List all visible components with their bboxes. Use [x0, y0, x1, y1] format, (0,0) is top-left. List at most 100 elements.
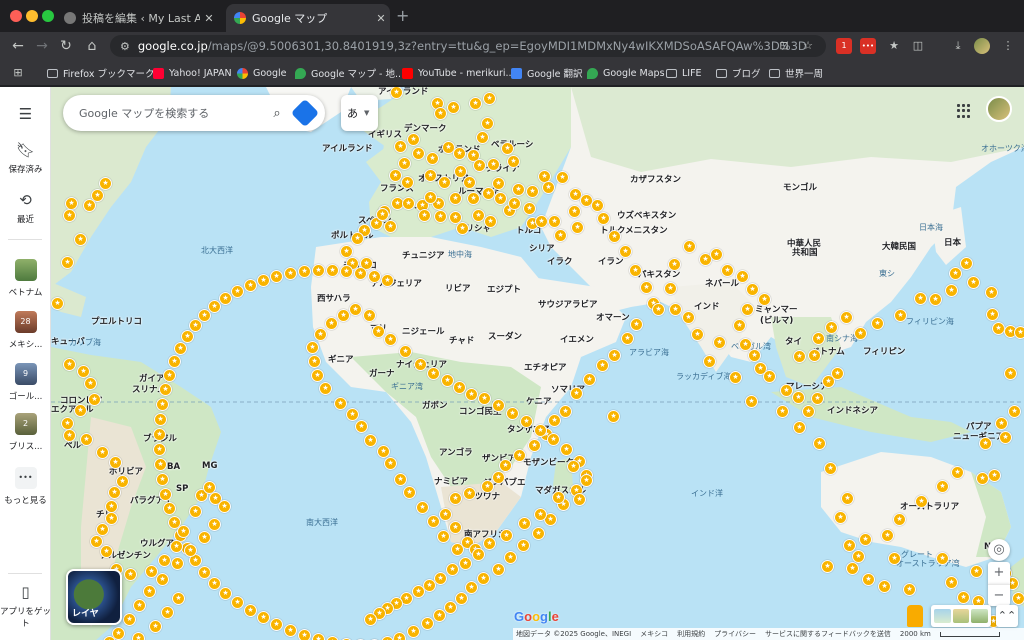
saved-place-star-pin[interactable]: ★: [384, 220, 397, 233]
saved-place-star-pin[interactable]: ★: [402, 197, 415, 210]
saved-place-star-pin[interactable]: ★: [568, 205, 581, 218]
saved-place-star-pin[interactable]: ★: [580, 474, 593, 487]
saved-place-star-pin[interactable]: ★: [520, 415, 533, 428]
saved-place-star-pin[interactable]: ★: [444, 601, 457, 614]
saved-place-star-pin[interactable]: ★: [456, 222, 469, 235]
country-label[interactable]: リビア: [445, 282, 471, 294]
extension-red-icon[interactable]: •••: [860, 38, 876, 54]
saved-place-star-pin[interactable]: ★: [683, 240, 696, 253]
bookmarks-star-filled-icon[interactable]: ★: [886, 38, 902, 54]
saved-place-star-pin[interactable]: ★: [506, 407, 519, 420]
saved-place-star-pin[interactable]: ★: [862, 573, 875, 586]
saved-place-star-pin[interactable]: ★: [970, 565, 983, 578]
saved-place-star-pin[interactable]: ★: [168, 355, 181, 368]
saved-place-star-pin[interactable]: ★: [841, 492, 854, 505]
country-label[interactable]: ニジェール: [402, 325, 445, 337]
saved-place-star-pin[interactable]: ★: [499, 459, 512, 472]
saved-place-star-pin[interactable]: ★: [244, 604, 257, 617]
saved-place-star-pin[interactable]: ★: [682, 311, 695, 324]
saved-place-star-pin[interactable]: ★: [449, 211, 462, 224]
saved-place-star-pin[interactable]: ★: [894, 309, 907, 322]
saved-place-star-pin[interactable]: ★: [449, 192, 462, 205]
scale-label[interactable]: 2000 km: [900, 630, 931, 638]
saved-place-star-pin[interactable]: ★: [951, 466, 964, 479]
privacy-link[interactable]: プライバシー: [714, 629, 756, 639]
saved-place-star-pin[interactable]: ★: [629, 264, 642, 277]
saved-place-star-pin[interactable]: ★: [534, 508, 547, 521]
bookmark-google-maps[interactable]: Google Maps: [587, 66, 665, 80]
saved-place-star-pin[interactable]: ★: [312, 264, 325, 277]
saved-place-star-pin[interactable]: ★: [492, 399, 505, 412]
saved-place-star-pin[interactable]: ★: [426, 152, 439, 165]
saved-place-star-pin[interactable]: ★: [936, 552, 949, 565]
saved-place-star-pin[interactable]: ★: [88, 393, 101, 406]
saved-place-star-pin[interactable]: ★: [354, 267, 367, 280]
saved-place-star-pin[interactable]: ★: [308, 355, 321, 368]
saved-place-star-pin[interactable]: ★: [80, 433, 93, 446]
country-label[interactable]: ギニア: [328, 353, 354, 365]
back-icon[interactable]: ←: [8, 36, 28, 56]
saved-place-star-pin[interactable]: ★: [1012, 592, 1024, 605]
saved-place-star-pin[interactable]: ★: [824, 462, 837, 475]
country-label[interactable]: ナミビア: [434, 475, 468, 487]
saved-place-star-pin[interactable]: ★: [573, 493, 586, 506]
saved-place-star-pin[interactable]: ★: [811, 392, 824, 405]
saved-place-star-pin[interactable]: ★: [780, 384, 793, 397]
account-avatar[interactable]: [986, 96, 1012, 122]
country-label[interactable]: モンゴル: [783, 181, 817, 193]
saved-place-star-pin[interactable]: ★: [871, 317, 884, 330]
saved-place-star-pin[interactable]: ★: [63, 358, 76, 371]
saved-place-star-pin[interactable]: ★: [326, 264, 339, 277]
layers-button[interactable]: レイヤ: [66, 569, 122, 625]
saved-place-star-pin[interactable]: ★: [463, 487, 476, 500]
imagery-thumb[interactable]: [971, 609, 989, 623]
saved-place-star-pin[interactable]: ★: [446, 563, 459, 576]
zoom-window-button[interactable]: [42, 10, 54, 22]
saved-place-star-pin[interactable]: ★: [846, 562, 859, 575]
home-icon[interactable]: ⌂: [82, 36, 102, 56]
saved-place-star-pin[interactable]: ★: [494, 192, 507, 205]
saved-place-star-pin[interactable]: ★: [231, 285, 244, 298]
saved-place-star-pin[interactable]: ★: [467, 192, 480, 205]
saved-place-star-pin[interactable]: ★: [478, 392, 491, 405]
saved-place-star-pin[interactable]: ★: [177, 525, 190, 538]
saved-place-star-pin[interactable]: ★: [219, 587, 232, 600]
saved-place-star-pin[interactable]: ★: [349, 303, 362, 316]
saved-place-star-pin[interactable]: ★: [143, 585, 156, 598]
saved-place-star-pin[interactable]: ★: [473, 159, 486, 172]
search-icon[interactable]: ⌕: [263, 106, 291, 121]
close-tab-icon[interactable]: ✕: [372, 12, 390, 25]
saved-place-star-pin[interactable]: ★: [384, 457, 397, 470]
saved-place-star-pin[interactable]: ★: [314, 328, 327, 341]
saved-place-star-pin[interactable]: ★: [526, 185, 539, 198]
apps-grid-icon[interactable]: ⊞: [10, 65, 26, 81]
zoom-in-button[interactable]: +: [988, 562, 1010, 584]
saved-place-star-pin[interactable]: ★: [312, 633, 325, 640]
saved-place-star-pin[interactable]: ★: [427, 515, 440, 528]
bookmark-google[interactable]: Google: [237, 66, 287, 80]
saved-place-star-pin[interactable]: ★: [153, 443, 166, 456]
saved-place-star-pin[interactable]: ★: [355, 420, 368, 433]
saved-place-star-pin[interactable]: ★: [163, 502, 176, 515]
saved-place-star-pin[interactable]: ★: [640, 281, 653, 294]
country-label[interactable]: BA: [167, 462, 180, 472]
country-label[interactable]: プエルトリコ: [91, 315, 142, 327]
saved-place-star-pin[interactable]: ★: [298, 265, 311, 278]
saved-place-star-pin[interactable]: ★: [403, 486, 416, 499]
country-label[interactable]: チュニジア: [402, 249, 445, 261]
google-apps-icon[interactable]: [957, 104, 971, 118]
saved-place-star-pin[interactable]: ★: [854, 327, 867, 340]
saved-place-star-pin[interactable]: ★: [393, 632, 406, 640]
saved-place-star-pin[interactable]: ★: [376, 208, 389, 221]
saved-place-star-pin[interactable]: ★: [949, 267, 962, 280]
saved-place-star-pin[interactable]: ★: [434, 107, 447, 120]
saved-place-star-pin[interactable]: ★: [746, 283, 759, 296]
saved-place-star-pin[interactable]: ★: [465, 581, 478, 594]
profile-avatar-icon[interactable]: [974, 38, 990, 54]
saved-place-star-pin[interactable]: ★: [189, 505, 202, 518]
saved-place-star-pin[interactable]: ★: [394, 473, 407, 486]
country-label[interactable]: デンマーク: [404, 122, 447, 134]
saved-place-star-pin[interactable]: ★: [381, 274, 394, 287]
saved-place-star-pin[interactable]: ★: [793, 350, 806, 363]
saved-place-star-pin[interactable]: ★: [156, 473, 169, 486]
